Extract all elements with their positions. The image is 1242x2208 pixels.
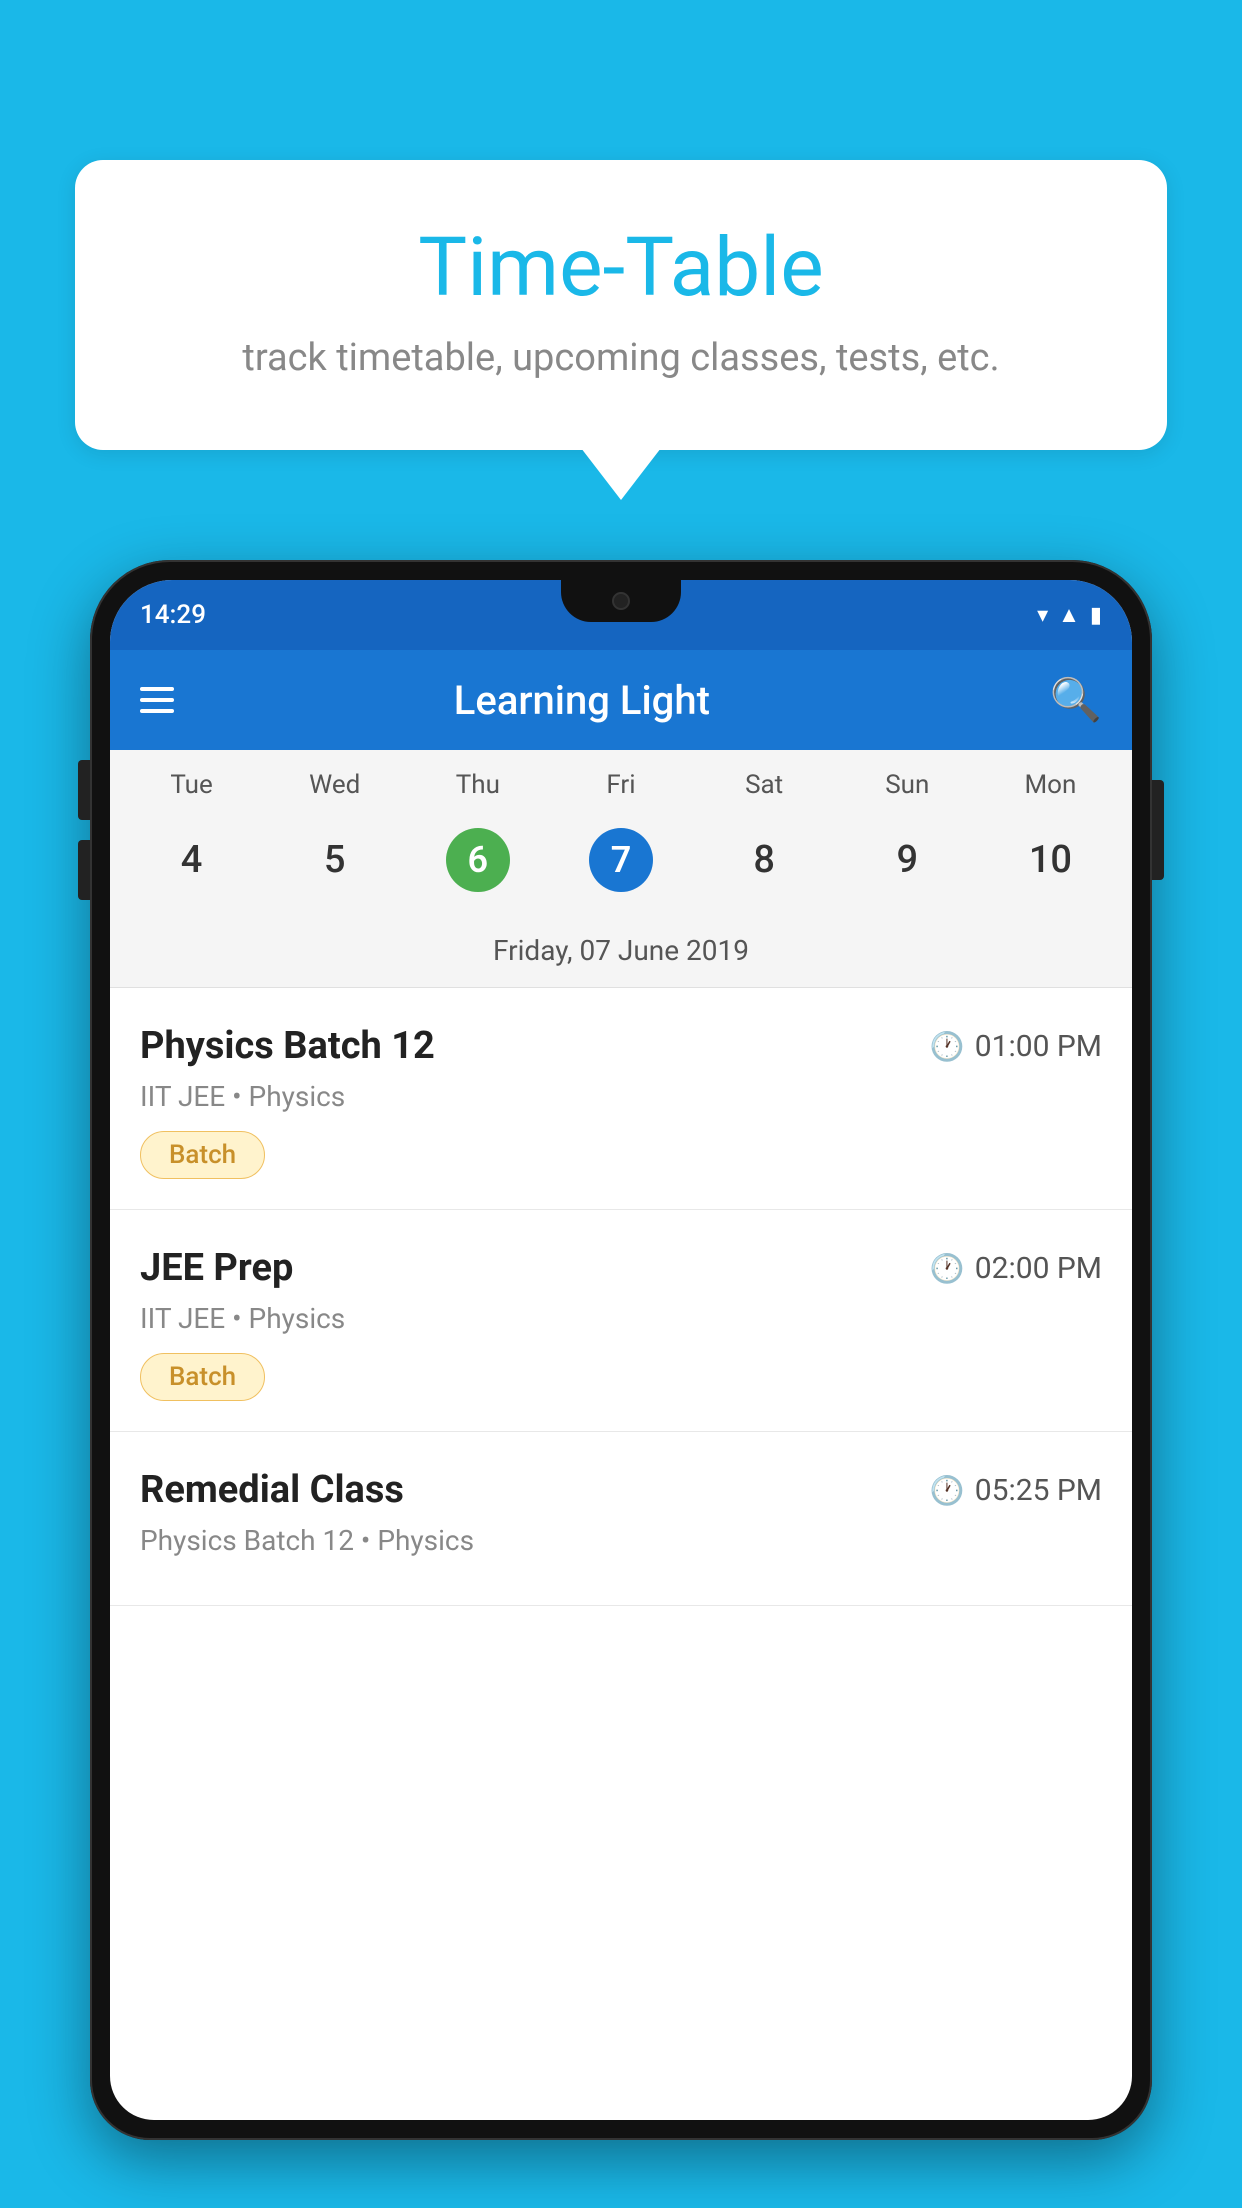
schedule-item-2-title: JEE Prep	[140, 1246, 293, 1290]
schedule-item-1-time: 🕐 01:00 PM	[930, 1029, 1102, 1064]
schedule-item-1-sub: IIT JEE • Physics	[140, 1080, 1102, 1113]
day-4[interactable]: 4	[120, 816, 263, 904]
wifi-icon: ▾	[1037, 603, 1048, 628]
status-icons: ▾ ▲ ▮	[1037, 602, 1102, 628]
day-label-sat: Sat	[693, 770, 836, 800]
day-label-mon: Mon	[979, 770, 1122, 800]
schedule-item-1[interactable]: Physics Batch 12 🕐 01:00 PM IIT JEE • Ph…	[110, 988, 1132, 1210]
schedule-item-1-header: Physics Batch 12 🕐 01:00 PM	[140, 1024, 1102, 1068]
schedule-item-3-title: Remedial Class	[140, 1468, 404, 1512]
phone-frame: 14:29 ▾ ▲ ▮ Learning Light 🔍	[90, 560, 1152, 2208]
signal-icon: ▲	[1058, 602, 1080, 628]
day-label-wed: Wed	[263, 770, 406, 800]
schedule-list: Physics Batch 12 🕐 01:00 PM IIT JEE • Ph…	[110, 988, 1132, 1606]
day-6[interactable]: 6	[406, 816, 549, 904]
volume-down-button[interactable]	[78, 840, 90, 900]
schedule-item-3-time: 🕐 05:25 PM	[930, 1473, 1102, 1508]
schedule-item-2-sub: IIT JEE • Physics	[140, 1302, 1102, 1335]
hamburger-line-3	[140, 709, 174, 713]
battery-icon: ▮	[1090, 603, 1102, 628]
search-button[interactable]: 🔍	[1050, 676, 1102, 725]
schedule-item-3-sub: Physics Batch 12 • Physics	[140, 1524, 1102, 1557]
volume-up-button[interactable]	[78, 760, 90, 820]
phone-outer: 14:29 ▾ ▲ ▮ Learning Light 🔍	[90, 560, 1152, 2140]
day-label-sun: Sun	[836, 770, 979, 800]
hamburger-menu[interactable]	[140, 687, 174, 713]
schedule-item-3[interactable]: Remedial Class 🕐 05:25 PM Physics Batch …	[110, 1432, 1132, 1606]
clock-icon-3: 🕐	[930, 1474, 965, 1507]
day-8[interactable]: 8	[693, 816, 836, 904]
schedule-item-2-tag: Batch	[140, 1353, 265, 1401]
status-bar: 14:29 ▾ ▲ ▮	[110, 580, 1132, 650]
schedule-item-3-header: Remedial Class 🕐 05:25 PM	[140, 1468, 1102, 1512]
day-numbers-row: 4 5 6 7 8 9 10	[110, 808, 1132, 924]
calendar-section: Tue Wed Thu Fri Sat Sun Mon 4 5 6 7 8 9 …	[110, 750, 1132, 988]
notch	[561, 580, 681, 622]
clock-icon-1: 🕐	[930, 1030, 965, 1063]
schedule-item-1-tag: Batch	[140, 1131, 265, 1179]
camera	[612, 592, 630, 610]
schedule-item-1-time-text: 01:00 PM	[975, 1029, 1102, 1064]
schedule-item-2-time-text: 02:00 PM	[975, 1251, 1102, 1286]
hamburger-line-2	[140, 698, 174, 702]
status-time: 14:29	[140, 600, 206, 630]
power-button[interactable]	[1152, 780, 1164, 880]
day-7[interactable]: 7	[549, 816, 692, 904]
app-header: Learning Light 🔍	[110, 650, 1132, 750]
hamburger-line-1	[140, 687, 174, 691]
day-label-tue: Tue	[120, 770, 263, 800]
day-5[interactable]: 5	[263, 816, 406, 904]
schedule-item-1-title: Physics Batch 12	[140, 1024, 435, 1068]
app-title: Learning Light	[204, 677, 960, 724]
bubble-title: Time-Table	[125, 220, 1117, 316]
schedule-item-2-header: JEE Prep 🕐 02:00 PM	[140, 1246, 1102, 1290]
schedule-item-3-time-text: 05:25 PM	[975, 1473, 1102, 1508]
day-label-thu: Thu	[406, 770, 549, 800]
selected-date: Friday, 07 June 2019	[110, 924, 1132, 988]
schedule-item-2[interactable]: JEE Prep 🕐 02:00 PM IIT JEE • Physics Ba…	[110, 1210, 1132, 1432]
day-9[interactable]: 9	[836, 816, 979, 904]
day-label-fri: Fri	[549, 770, 692, 800]
day-labels-row: Tue Wed Thu Fri Sat Sun Mon	[110, 750, 1132, 808]
phone-screen: 14:29 ▾ ▲ ▮ Learning Light 🔍	[110, 580, 1132, 2120]
speech-bubble-card: Time-Table track timetable, upcoming cla…	[75, 160, 1167, 450]
day-10[interactable]: 10	[979, 816, 1122, 904]
bubble-subtitle: track timetable, upcoming classes, tests…	[125, 336, 1117, 380]
clock-icon-2: 🕐	[930, 1252, 965, 1285]
schedule-item-2-time: 🕐 02:00 PM	[930, 1251, 1102, 1286]
